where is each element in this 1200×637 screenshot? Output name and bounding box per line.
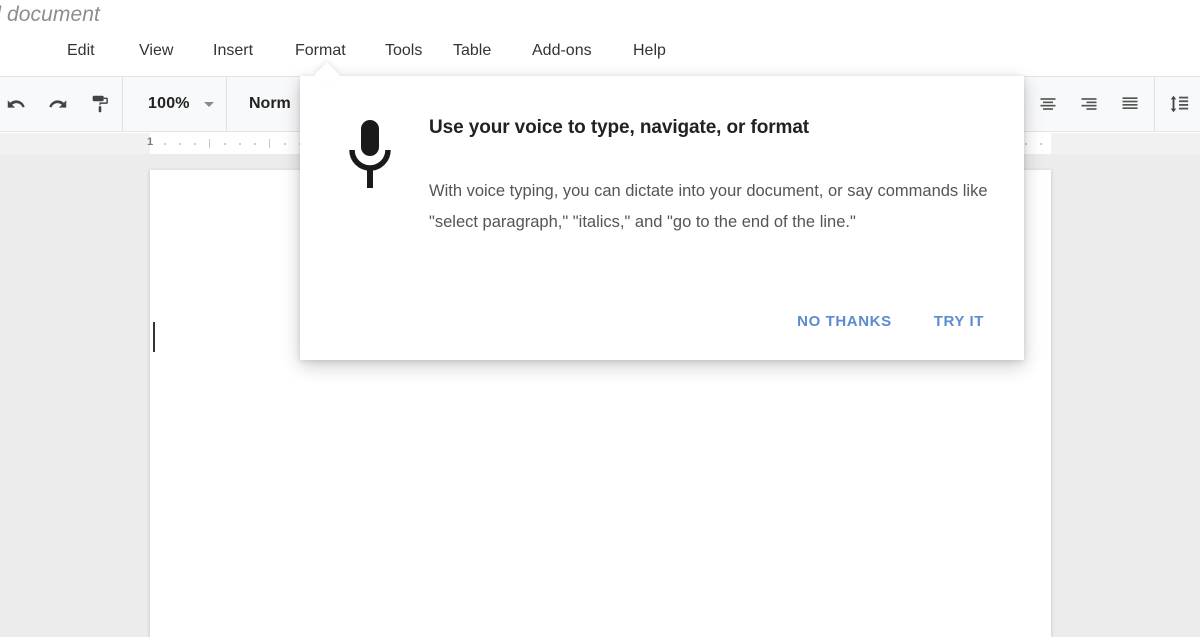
dialog-title: Use your voice to type, navigate, or for… (429, 117, 810, 138)
menu-item-help[interactable]: Help (628, 36, 671, 68)
menu-item-view[interactable]: View (134, 36, 178, 68)
ruler-number-left: 1 (147, 136, 154, 148)
menu-item-table[interactable]: Table (448, 36, 496, 68)
dialog-actions: NO THANKS TRY IT (300, 298, 1024, 344)
zoom-dropdown[interactable]: 100% (148, 88, 214, 120)
menu-item-format[interactable]: Format (290, 36, 351, 68)
align-right-icon[interactable] (1073, 88, 1105, 120)
document-title[interactable]: itled document (0, 0, 100, 30)
undo-icon[interactable] (0, 88, 32, 120)
text-cursor (153, 322, 155, 352)
microphone-icon (340, 116, 400, 196)
ruler-right-margin (1051, 133, 1200, 154)
try-it-button[interactable]: TRY IT (924, 305, 994, 338)
ruler-left-margin (0, 133, 150, 154)
menu-item-edit[interactable]: Edit (62, 36, 100, 68)
toolbar-group-alignment (1024, 77, 1155, 131)
toolbar-group-zoom: 100% (123, 77, 227, 131)
menu-item-tools[interactable]: Tools (380, 36, 427, 68)
line-spacing-icon[interactable] (1163, 88, 1195, 120)
align-justify-icon[interactable] (1114, 88, 1146, 120)
no-thanks-button[interactable]: NO THANKS (787, 305, 902, 338)
toolbar-group-history (0, 77, 123, 131)
align-center-icon[interactable] (1032, 88, 1064, 120)
zoom-value: 100% (148, 95, 190, 112)
menu-item-insert[interactable]: Insert (208, 36, 258, 68)
menu-item-addons[interactable]: Add-ons (527, 36, 597, 68)
voice-typing-promo-dialog: Use your voice to type, navigate, or for… (300, 76, 1024, 360)
google-docs-window: itled document Edit View Insert Format T… (0, 0, 1200, 637)
redo-icon[interactable] (42, 88, 74, 120)
menu-bar: Edit View Insert Format Tools Table Add-… (0, 36, 1200, 68)
paint-format-icon[interactable] (84, 88, 116, 120)
dialog-body-text: With voice typing, you can dictate into … (429, 182, 988, 231)
chevron-down-icon (203, 101, 214, 107)
toolbar-group-spacing (1155, 77, 1200, 131)
